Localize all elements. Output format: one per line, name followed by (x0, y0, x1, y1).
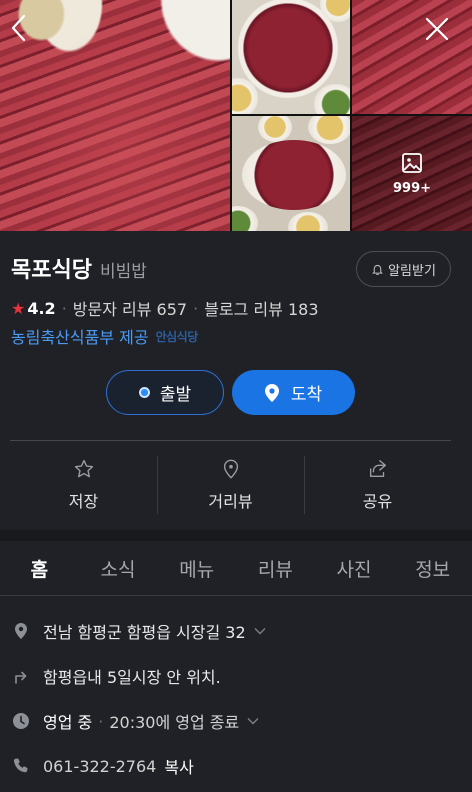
photo-thumbnail[interactable] (232, 0, 350, 114)
direction-row: 함평읍내 5일시장 안 위치. (11, 664, 221, 688)
share-label: 공유 (362, 492, 393, 511)
phone-icon (11, 756, 31, 776)
alarm-button[interactable]: 알림받기 (356, 251, 451, 287)
clock-icon (11, 711, 31, 731)
tab-reviews[interactable]: 리뷰 (236, 541, 315, 595)
certification-row: 농림축산식품부 제공 안심식당 (11, 324, 198, 348)
photo-count: 999+ (392, 181, 432, 196)
phone-row: 061-322-2764 복사 (11, 754, 194, 778)
tab-info[interactable]: 정보 (393, 541, 472, 595)
chevron-down-icon[interactable] (254, 627, 266, 635)
bell-icon (372, 264, 383, 275)
phone-number[interactable]: 061-322-2764 (43, 757, 156, 776)
copy-button[interactable]: 복사 (164, 754, 193, 778)
photo-thumbnail[interactable] (232, 116, 350, 231)
photo-thumbnail[interactable] (352, 0, 472, 114)
place-category: 비빔밥 (99, 262, 147, 282)
chevron-left-icon[interactable] (6, 12, 32, 44)
provider-link[interactable]: 농림축산식품부 제공 (11, 324, 149, 348)
star-outline-icon (74, 459, 93, 478)
hours-row[interactable]: 영업 중 · 20:30에 영업 종료 (11, 709, 259, 733)
direction-text: 함평읍내 5일시장 안 위치. (43, 668, 221, 687)
route-arrive-label: 도착 (290, 385, 323, 405)
star-icon: ★ (11, 298, 26, 318)
visitor-review-link[interactable]: 방문자 리뷰 657 (73, 296, 187, 320)
separator-dot: · (193, 298, 199, 318)
separator-dot: · (61, 298, 67, 318)
action-bar: 저장 거리뷰 공유 (10, 456, 451, 516)
start-point-icon (138, 387, 150, 398)
closing-time: 20:30에 영업 종료 (109, 713, 240, 732)
place-title-row: 목포식당 비빔밥 (11, 252, 147, 284)
chevron-down-icon[interactable] (247, 717, 259, 725)
route-start-button[interactable]: 출발 (106, 370, 224, 415)
turn-arrow-icon (11, 666, 31, 686)
route-arrive-button[interactable]: 도착 (232, 370, 355, 415)
more-photos-button[interactable]: 999+ (352, 116, 472, 231)
safe-restaurant-badge: 안심식당 (155, 329, 199, 344)
tab-photos[interactable]: 사진 (315, 541, 394, 595)
tab-home[interactable]: 홈 (0, 541, 79, 595)
review-stats: ★ 4.2 · 방문자 리뷰 657 · 블로그 리뷰 183 (11, 296, 319, 320)
tab-news[interactable]: 소식 (79, 541, 158, 595)
address-text: 전남 함평군 함평읍 시장길 32 (43, 623, 246, 642)
save-label: 저장 (68, 492, 99, 511)
open-status: 영업 중 (43, 713, 93, 732)
location-pin-outline-icon (223, 459, 238, 479)
photo-gallery[interactable]: 999+ (0, 0, 472, 231)
tab-bar: 홈 소식 메뉴 리뷰 사진 정보 (0, 541, 472, 596)
close-icon[interactable] (422, 14, 452, 44)
section-gap (0, 530, 472, 541)
divider (10, 440, 451, 441)
place-name: 목포식당 (11, 258, 92, 283)
share-button[interactable]: 공유 (304, 456, 451, 516)
location-pin-icon (264, 383, 279, 402)
share-icon (369, 460, 386, 478)
route-start-label: 출발 (159, 385, 192, 405)
separator-dot: · (98, 711, 104, 731)
street-view-label: 거리뷰 (208, 492, 253, 511)
map-pin-icon (11, 621, 31, 641)
tab-menu[interactable]: 메뉴 (157, 541, 236, 595)
main-photo[interactable] (0, 0, 230, 231)
image-icon (402, 153, 422, 173)
alarm-label: 알림받기 (388, 263, 436, 279)
street-view-button[interactable]: 거리뷰 (157, 456, 304, 516)
blog-review-link[interactable]: 블로그 리뷰 183 (204, 296, 318, 320)
save-button[interactable]: 저장 (10, 456, 157, 516)
address-row[interactable]: 전남 함평군 함평읍 시장길 32 (11, 619, 266, 643)
rating-value: 4.2 (27, 298, 56, 318)
